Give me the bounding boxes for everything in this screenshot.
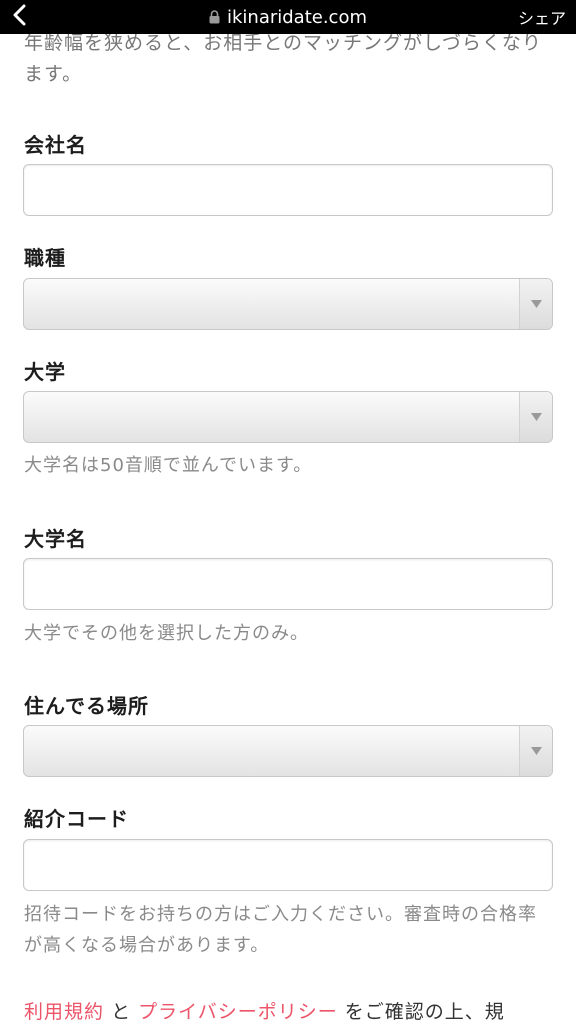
terms-and-text: と [111,1001,132,1023]
referral-label: 紹介コード [24,807,129,831]
caret-down-icon [530,300,542,308]
lock-icon [209,10,220,24]
residence-select-arrow [519,726,552,776]
age-range-note: 年齢幅を狭めると、お相手とのマッチングがしづらくなります。 [24,34,542,85]
university-label: 大学 [24,360,66,384]
job-select-arrow [519,279,552,329]
terms-suffix-text: をご確認の上、規 [344,1001,505,1023]
caret-down-icon [530,413,542,421]
caret-down-icon [530,747,542,755]
university-name-input[interactable] [23,558,553,610]
job-label: 職種 [24,246,66,270]
job-select[interactable] [23,278,553,330]
university-name-label: 大学名 [24,527,87,551]
company-input[interactable] [23,164,553,216]
form-content: 年齢幅を狭めると、お相手とのマッチングがしづらくなります。 会社名 職種 大学 … [0,34,576,1024]
referral-code-input[interactable] [23,839,553,891]
residence-select[interactable] [23,725,553,777]
university-name-help-text: 大学でその他を選択した方のみ。 [24,623,309,644]
terms-of-service-link[interactable]: 利用規約 [24,1001,104,1023]
university-select-arrow [519,392,552,442]
referral-help-text: 招待コードをお持ちの方はご入力ください。審査時の合格率が高くなる場合があります。 [24,904,537,956]
url-text: ikinaridate.com [226,6,368,28]
privacy-policy-link[interactable]: プライバシーポリシー [138,1001,338,1023]
browser-top-bar: ikinaridate.com シェア [0,0,576,34]
university-select[interactable] [23,391,553,443]
share-button[interactable]: シェア [518,0,566,34]
terms-consent-text: 利用規約 と プライバシーポリシー をご確認の上、規 [24,997,564,1024]
residence-label: 住んでる場所 [24,694,149,718]
address-bar[interactable]: ikinaridate.com [0,0,576,34]
university-help-text: 大学名は50音順で並んでいます。 [24,455,313,476]
company-label: 会社名 [24,133,87,157]
